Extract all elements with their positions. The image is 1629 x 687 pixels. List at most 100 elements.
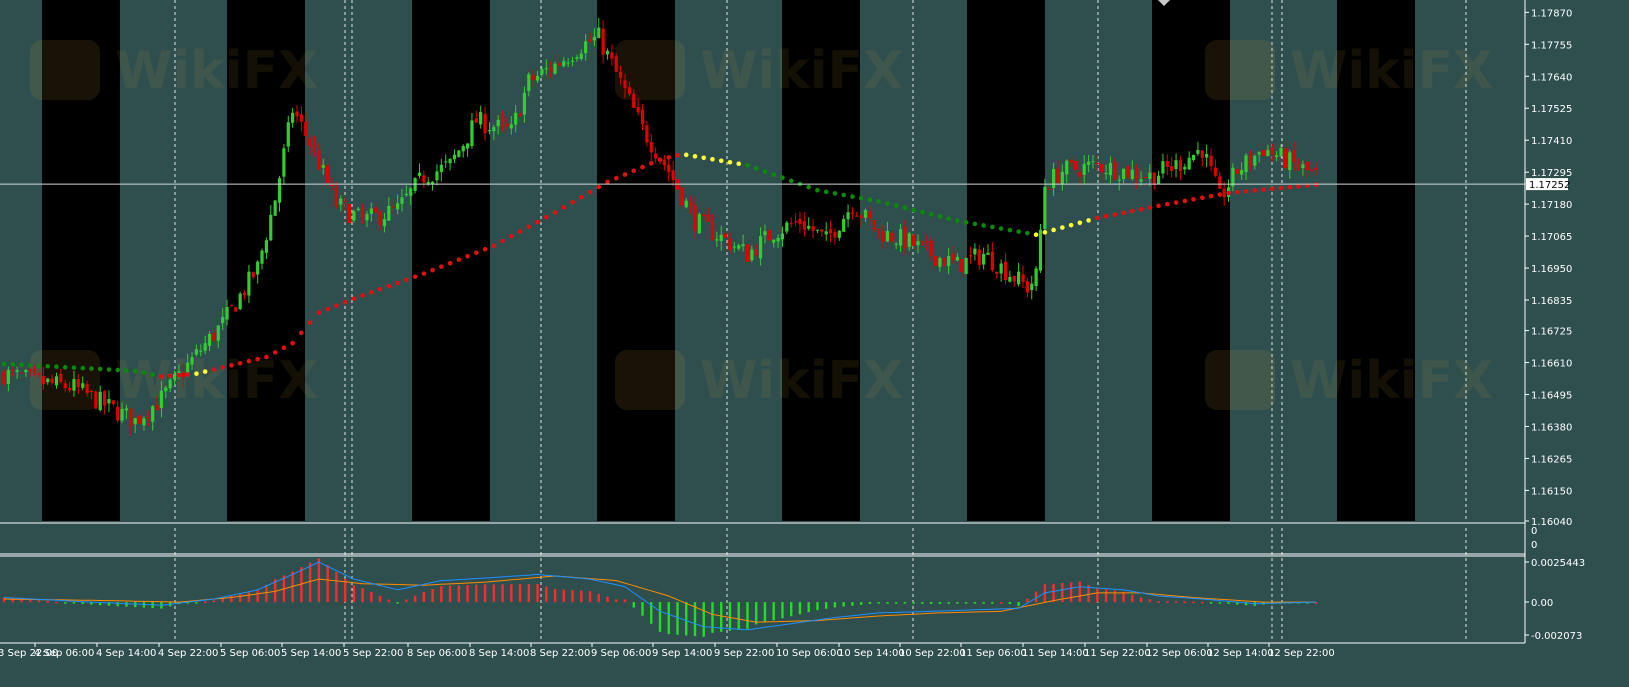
candle[interactable]	[680, 186, 684, 208]
candle-body	[374, 207, 378, 213]
candle-body	[877, 228, 881, 230]
ma-dot	[1287, 184, 1293, 190]
indicator-label: 0	[1531, 526, 1537, 537]
ma-dot	[657, 157, 663, 162]
ma-dot	[97, 366, 103, 372]
candle-body	[317, 150, 321, 170]
candle-body	[1283, 148, 1287, 169]
ma-dot	[491, 243, 497, 249]
ma-dot	[27, 363, 33, 368]
ma-dot	[570, 199, 575, 205]
ma-dot	[439, 264, 444, 269]
candle-body	[1292, 149, 1296, 163]
ma-dot	[1112, 212, 1118, 217]
candle-body	[973, 248, 977, 255]
candle-body	[356, 208, 360, 211]
ma-dot	[141, 370, 147, 376]
candle-body	[1021, 274, 1025, 282]
candle-body	[540, 69, 544, 75]
candle-body	[24, 370, 28, 373]
histogram-bar	[597, 593, 600, 603]
candle-body	[1034, 268, 1038, 287]
candle-body	[352, 211, 356, 221]
ma-dot	[1165, 201, 1170, 207]
candle-body	[898, 229, 903, 246]
candle-body	[850, 212, 855, 214]
candle[interactable]	[697, 212, 701, 234]
candle[interactable]	[964, 257, 968, 275]
ma-dot	[1313, 182, 1319, 187]
ma-dot	[710, 156, 715, 162]
histogram-bar	[510, 584, 513, 603]
ma-dot	[850, 194, 855, 199]
price-label: 1.17640	[1531, 72, 1572, 83]
candle-body	[181, 372, 185, 378]
histogram-bar	[929, 602, 933, 604]
histogram-bar	[964, 602, 968, 604]
candle-body	[793, 221, 798, 223]
ma-dot	[1086, 218, 1091, 223]
candle-body	[137, 415, 142, 424]
candle-body	[1113, 161, 1117, 180]
candle-body	[697, 214, 701, 234]
ma-dot	[255, 356, 260, 362]
histogram-bar	[483, 584, 487, 603]
ma-dot	[928, 212, 934, 217]
ma-dot	[10, 362, 16, 367]
histogram-bar	[440, 586, 443, 603]
histogram-bar	[877, 602, 880, 604]
ma-dot	[1138, 207, 1144, 212]
ma-dot	[150, 372, 155, 377]
ma-dot	[736, 161, 742, 167]
candle[interactable]	[1038, 224, 1043, 273]
candle-body	[129, 408, 133, 427]
candle-body	[15, 370, 19, 372]
time-label: 11 Sep 06:00	[960, 648, 1027, 659]
ma-dot	[246, 358, 252, 364]
candle[interactable]	[94, 390, 98, 410]
candle-body	[474, 118, 478, 123]
candle-body	[584, 41, 588, 54]
candle-body	[977, 249, 981, 266]
candle-body	[151, 406, 155, 422]
candle-body	[811, 226, 815, 231]
histogram-bar	[728, 602, 732, 631]
candle[interactable]	[273, 200, 277, 216]
candle-body	[76, 379, 80, 388]
candle[interactable]	[457, 149, 461, 158]
candle-body	[452, 154, 457, 160]
candle-body	[81, 383, 85, 388]
ma-dot	[902, 205, 908, 211]
ma-dot	[780, 175, 785, 181]
candle-body	[1275, 155, 1279, 158]
candle-body	[802, 221, 806, 230]
ma-dot	[89, 366, 94, 371]
session-band	[412, 0, 490, 521]
candle[interactable]	[942, 256, 946, 267]
time-label: 5 Sep 22:00	[343, 648, 403, 659]
ma-dot	[613, 175, 619, 181]
candle-body	[982, 253, 986, 265]
ma-dot	[316, 310, 322, 315]
candle-body	[689, 201, 693, 208]
candle-body	[102, 391, 107, 406]
ma-dot	[474, 250, 479, 256]
candle-body	[378, 211, 382, 225]
histogram-bar	[991, 602, 994, 604]
candle-body	[1152, 172, 1156, 185]
histogram-bar	[308, 562, 312, 603]
ma-dot	[194, 371, 199, 376]
trading-chart[interactable]: WikiFX WikiFX WikiFX WikiFX WikiFX WikiFX 1.1…	[0, 0, 1629, 687]
indicator-label: 0	[1531, 540, 1537, 551]
candle-body	[920, 240, 924, 243]
ma-dot	[832, 191, 838, 196]
time-label: 10 Sep 06:00	[776, 648, 843, 659]
candle[interactable]	[238, 291, 242, 311]
ma-dot	[920, 209, 925, 215]
candle-body	[776, 238, 780, 242]
histogram-bar	[1218, 602, 1221, 604]
candle-body	[1244, 155, 1248, 173]
histogram-bar	[361, 588, 364, 603]
candle-body	[780, 233, 785, 240]
candle-body	[518, 114, 522, 117]
